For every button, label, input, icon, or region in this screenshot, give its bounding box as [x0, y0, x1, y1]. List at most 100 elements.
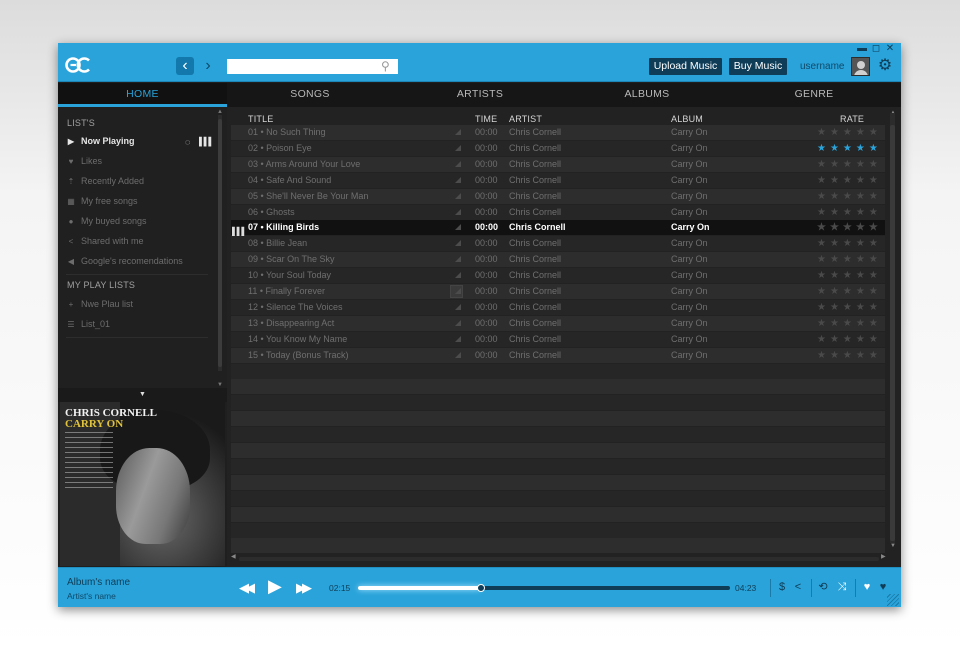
column-header-rate[interactable]: RATE	[840, 114, 864, 124]
table-row[interactable]: 15 • Today (Bonus Track) 00:00 Chris Corne…	[231, 347, 885, 363]
heart-icon[interactable]: ♥	[861, 581, 873, 593]
rating-stars[interactable]: ★★★★★	[817, 220, 882, 235]
song-list-scrollbar[interactable]	[890, 113, 895, 543]
forward-button[interactable]: ›	[199, 57, 217, 75]
rating-stars[interactable]: ★★★★★	[817, 189, 882, 204]
table-row[interactable]: 03 • Arms Around Your Love 00:00 Chris Cor…	[231, 156, 885, 172]
row-corner-icon[interactable]	[455, 240, 461, 247]
song-title: 04 • Safe And Sound	[248, 174, 332, 185]
rating-stars[interactable]: ★★★★★	[817, 141, 882, 156]
rating-stars[interactable]: ★★★★★	[817, 332, 882, 347]
sidebar-item-likes[interactable]: ♥ Likes	[66, 153, 216, 169]
tab-songs[interactable]: SONGS	[227, 83, 393, 107]
scroll-left-arrow-icon[interactable]: ◀	[231, 553, 236, 560]
table-row[interactable]: ▌▌▌ 07 • Killing Birds 00:00 Chris Cornell C…	[231, 220, 885, 236]
rating-stars[interactable]: ★★★★★	[817, 236, 882, 251]
song-title: 08 • Billie Jean	[248, 238, 308, 249]
sidebar-item-free-songs[interactable]: ▦ My free songs	[66, 193, 216, 209]
rating-stars[interactable]: ★★★★★	[817, 316, 882, 331]
username-label[interactable]: username	[800, 61, 844, 72]
minimize-button[interactable]: ▬	[857, 44, 867, 54]
table-row[interactable]: 11 • Finally Forever 00:00 Chris Cornell Ca…	[231, 284, 885, 299]
table-row[interactable]: 10 • Your Soul Today 00:00 Chris Cornell Ca…	[231, 268, 885, 284]
rating-stars[interactable]: ★★★★★	[817, 348, 882, 363]
column-header-time[interactable]: TIME	[475, 114, 497, 124]
row-corner-icon[interactable]	[455, 272, 461, 279]
avatar[interactable]	[851, 57, 870, 76]
progress-knob[interactable]	[476, 584, 485, 592]
row-corner-icon[interactable]	[455, 160, 461, 167]
row-corner-icon[interactable]	[455, 303, 461, 310]
rating-stars[interactable]: ★★★★★	[817, 173, 882, 188]
progress-bar[interactable]	[358, 584, 730, 592]
scroll-down-arrow-icon[interactable]: ▼	[890, 543, 896, 549]
rating-stars[interactable]: ★★★★★	[817, 205, 882, 220]
sidebar-item-buyed-songs[interactable]: ● My buyed songs	[66, 213, 216, 229]
repeat-icon[interactable]: ⟲	[817, 581, 829, 593]
dislike-icon[interactable]: ♥	[877, 581, 889, 593]
maximize-button[interactable]: ◻	[871, 44, 881, 54]
search-icon[interactable]: ⚲	[381, 60, 393, 72]
share-icon[interactable]: <	[792, 581, 804, 593]
shuffle-icon[interactable]: ⤨	[836, 581, 848, 593]
row-corner-icon[interactable]	[455, 176, 461, 183]
table-row[interactable]: 13 • Disappearing Act 00:00 Chris Cornell C…	[231, 315, 885, 331]
play-button[interactable]: ▶	[268, 576, 282, 597]
upload-icon: ⇡	[67, 177, 75, 186]
scroll-right-arrow-icon[interactable]: ▶	[881, 553, 886, 560]
song-time: 00:00	[475, 127, 498, 137]
tab-albums[interactable]: ALBUMS	[567, 83, 727, 107]
rating-stars[interactable]: ★★★★★	[817, 300, 882, 315]
sidebar-item-google-recommendations[interactable]: ◀ Google's recomendations	[66, 253, 216, 269]
column-header-title[interactable]: TITLE	[248, 114, 274, 124]
sidebar-item-list-01[interactable]: ☰ List_01	[66, 316, 216, 332]
row-corner-icon[interactable]	[455, 208, 461, 215]
back-button[interactable]: ‹	[176, 57, 194, 75]
buy-dollar-icon[interactable]: $	[776, 581, 788, 593]
table-row[interactable]: 01 • No Such Thing 00:00 Chris Cornell Carr…	[231, 125, 885, 140]
row-corner-icon[interactable]	[455, 224, 461, 231]
table-row[interactable]: 14 • You Know My Name 00:00 Chris Cornell C…	[231, 331, 885, 347]
tab-genre[interactable]: GENRE	[727, 83, 901, 107]
table-row[interactable]: 05 • She'll Never Be Your Man 00:00 Chris …	[231, 188, 885, 204]
tab-artists[interactable]: ARTISTS	[393, 83, 567, 107]
previous-track-button[interactable]: ◀◀	[239, 580, 255, 596]
collapse-cover-button[interactable]: ▼	[58, 388, 227, 402]
buy-music-button[interactable]: Buy Music	[729, 58, 787, 75]
sidebar-item-now-playing[interactable]: ▶ Now Playing ◌ ▌▌▌	[66, 133, 216, 149]
row-corner-icon[interactable]	[455, 129, 461, 135]
row-corner-icon[interactable]	[455, 288, 461, 294]
close-button[interactable]: ✕	[885, 44, 895, 54]
table-row[interactable]: 02 • Poison Eye 00:00 Chris Cornell Carry O…	[231, 140, 885, 156]
rating-stars[interactable]: ★★★★★	[817, 268, 882, 283]
table-row[interactable]: 12 • Silence The Voices 00:00 Chris Cornel…	[231, 299, 885, 315]
sidebar-scrollbar[interactable]	[218, 115, 222, 371]
gear-icon[interactable]: ⚙	[877, 58, 893, 74]
sidebar-item-recently-added[interactable]: ⇡ Recently Added	[66, 173, 216, 189]
rating-stars[interactable]: ★★★★★	[817, 125, 882, 140]
row-corner-icon[interactable]	[455, 192, 461, 199]
table-row[interactable]: 04 • Safe And Sound 00:00 Chris Cornell Car…	[231, 172, 885, 188]
row-corner-icon[interactable]	[455, 256, 461, 263]
row-corner-icon[interactable]	[455, 351, 461, 358]
row-corner-icon[interactable]	[455, 144, 461, 151]
next-track-button[interactable]: ▶▶	[296, 580, 312, 596]
resize-grip[interactable]	[887, 594, 899, 606]
sidebar-item-label: My free songs	[81, 196, 138, 206]
row-corner-icon[interactable]	[455, 335, 461, 342]
rating-stars[interactable]: ★★★★★	[817, 157, 882, 172]
sidebar-item-shared[interactable]: < Shared with me	[66, 233, 216, 249]
upload-music-button[interactable]: Upload Music	[649, 58, 722, 75]
table-row[interactable]: 08 • Billie Jean 00:00 Chris Cornell Carry …	[231, 236, 885, 252]
column-header-album[interactable]: ALBUM	[671, 114, 703, 124]
search-input[interactable]	[227, 59, 398, 74]
table-row[interactable]: 09 • Scar On The Sky 00:00 Chris Cornell Ca…	[231, 252, 885, 268]
rating-stars[interactable]: ★★★★★	[817, 252, 882, 267]
column-header-artist[interactable]: ARTIST	[509, 114, 542, 124]
rating-stars[interactable]: ★★★★★	[817, 284, 882, 299]
horizontal-scrollbar[interactable]	[239, 557, 879, 561]
tab-home[interactable]: HOME	[58, 83, 227, 107]
table-row[interactable]: 06 • Ghosts 00:00 Chris Cornell Carry On ★★★…	[231, 204, 885, 220]
sidebar-item-new-playlist[interactable]: + Nwe Plau list	[66, 296, 216, 312]
row-corner-icon[interactable]	[455, 319, 461, 326]
